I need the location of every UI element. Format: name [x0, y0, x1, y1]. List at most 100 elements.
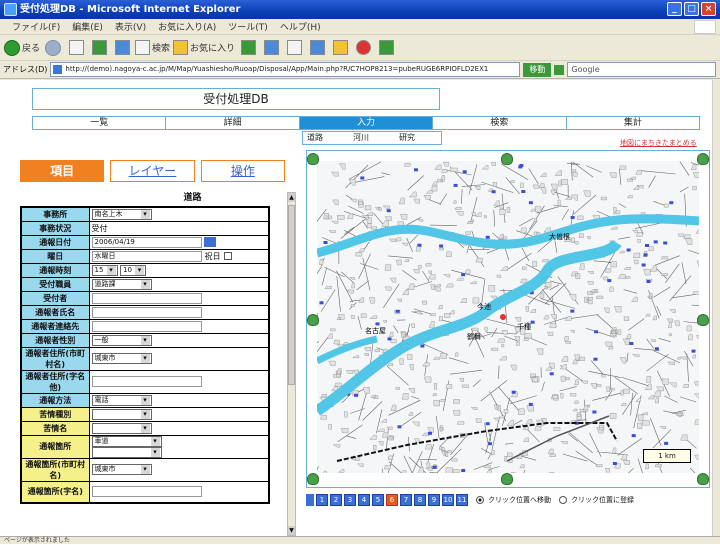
media-button[interactable]: [238, 38, 258, 58]
mail-button[interactable]: [284, 38, 304, 58]
zoom-level-button[interactable]: 3: [344, 494, 356, 506]
text-input[interactable]: [91, 376, 202, 387]
form-field-value: 南名上木: [88, 206, 270, 222]
field-select[interactable]: 電話: [91, 394, 152, 406]
refresh-button[interactable]: [89, 38, 109, 58]
pan-southeast-icon[interactable]: [697, 473, 709, 485]
zoom-level-button[interactable]: 6: [386, 494, 398, 506]
zoom-level-button[interactable]: 1: [316, 494, 328, 506]
home-button[interactable]: [112, 38, 132, 58]
home-icon: [114, 40, 130, 55]
tab-list[interactable]: 一覧: [33, 117, 167, 129]
page-scrollbar[interactable]: [712, 80, 720, 536]
scroll-up-icon[interactable]: ▲: [288, 193, 295, 202]
tab-input[interactable]: 入力: [299, 117, 434, 129]
field-select[interactable]: 車道: [91, 435, 162, 447]
zoom-level-button[interactable]: 11: [456, 494, 468, 506]
zoom-level-button[interactable]: 5: [372, 494, 384, 506]
back-button[interactable]: 戻る: [4, 38, 40, 58]
back-arrow-icon: [4, 39, 20, 56]
text-input[interactable]: [91, 292, 202, 304]
form-scrollbar[interactable]: ▲ ▼: [287, 192, 296, 536]
weekday-input[interactable]: 水曜日: [91, 250, 202, 262]
map-marker: [691, 349, 696, 353]
hour-select[interactable]: 15: [91, 264, 118, 276]
field-select[interactable]: 城東市: [91, 353, 152, 364]
pan-north-icon[interactable]: [501, 153, 513, 165]
zoom-level-button[interactable]: 9: [428, 494, 440, 506]
scroll-down-icon[interactable]: ▼: [288, 526, 295, 535]
field-select[interactable]: 城東市: [91, 464, 152, 475]
subtab-river[interactable]: 河川: [349, 132, 395, 144]
menu-file[interactable]: ファイル(F): [6, 20, 66, 33]
calendar-icon[interactable]: [203, 237, 216, 247]
holiday-checkbox[interactable]: [223, 252, 232, 260]
map-marker: [518, 165, 523, 169]
form-field-value: [88, 406, 270, 422]
field-select[interactable]: 南名上木: [91, 208, 152, 220]
field-select[interactable]: 一般: [91, 334, 152, 346]
menu-favorites[interactable]: お気に入り(A): [152, 20, 222, 33]
pan-southwest-icon[interactable]: [307, 473, 319, 485]
menu-edit[interactable]: 編集(E): [66, 20, 109, 33]
pan-west-icon[interactable]: [307, 314, 319, 326]
folder-button[interactable]: [330, 38, 350, 58]
subtab-research[interactable]: 研究: [395, 132, 441, 144]
text-input[interactable]: [91, 486, 202, 498]
address-input[interactable]: http://(demo).nagoya-c.ac.jp/M/Map/Yuash…: [50, 62, 521, 77]
tab-operations[interactable]: 操作: [200, 160, 285, 182]
pan-south-icon[interactable]: [501, 473, 513, 485]
print-button[interactable]: [307, 38, 327, 58]
messenger-button[interactable]: [376, 38, 396, 58]
tab-search[interactable]: 検索: [433, 117, 567, 129]
form-row: 通報時刻15 10: [20, 262, 270, 278]
go-button[interactable]: 移動: [523, 62, 552, 77]
subtab-road[interactable]: 道路: [303, 132, 349, 144]
close-button[interactable]: ×: [701, 2, 716, 16]
map-view[interactable]: 大曽根 今池 千種 鶴舞 名古屋 1 km: [317, 161, 699, 473]
text-input[interactable]: [91, 320, 202, 332]
pan-east-icon[interactable]: [697, 314, 709, 326]
zoom-in-icon[interactable]: [306, 494, 314, 506]
search-button[interactable]: 検索: [135, 38, 170, 58]
map-marker: [323, 241, 328, 244]
click-mode-radio[interactable]: [559, 496, 567, 504]
favorites-button[interactable]: お気に入り: [173, 38, 235, 58]
date-input[interactable]: 2006/04/19: [91, 236, 202, 248]
tab-items[interactable]: 項目: [20, 160, 105, 182]
maximize-button[interactable]: □: [684, 2, 699, 16]
field-select-secondary[interactable]: [91, 446, 162, 458]
zoom-level-button[interactable]: 8: [414, 494, 426, 506]
zoom-level-button[interactable]: 10: [442, 494, 454, 506]
text-input[interactable]: [91, 306, 202, 318]
click-mode-radio[interactable]: [476, 496, 484, 504]
tab-summary[interactable]: 集計: [567, 117, 699, 129]
stop-button[interactable]: [66, 38, 86, 58]
zoom-level-button[interactable]: 2: [330, 494, 342, 506]
pan-northeast-icon[interactable]: [697, 153, 709, 165]
google-search-input[interactable]: Google: [567, 62, 716, 77]
field-select[interactable]: [91, 408, 152, 420]
menu-view[interactable]: 表示(V): [109, 20, 152, 33]
forward-button[interactable]: [43, 38, 63, 58]
scroll-thumb[interactable]: [288, 205, 295, 385]
folder-icon: [332, 40, 348, 55]
pan-northwest-icon[interactable]: [307, 153, 319, 165]
field-select[interactable]: [91, 422, 152, 434]
zoom-level-button[interactable]: 4: [358, 494, 370, 506]
left-panel-tabs: 項目 レイヤー 操作: [20, 160, 285, 182]
map-marker: [643, 253, 648, 257]
tab-detail[interactable]: 詳細: [166, 117, 300, 129]
field-select[interactable]: 道路課: [91, 278, 152, 290]
map-help-link[interactable]: 地図にまちきたまとめる: [620, 138, 697, 148]
history-button[interactable]: [261, 38, 281, 58]
menu-tools[interactable]: ツール(T): [222, 20, 274, 33]
minimize-button[interactable]: _: [667, 2, 682, 16]
minute-select[interactable]: 10: [120, 264, 147, 276]
map-marker: [592, 410, 597, 414]
block-button[interactable]: [353, 38, 373, 58]
tab-layers[interactable]: レイヤー: [110, 160, 195, 182]
menu-help[interactable]: ヘルプ(H): [274, 20, 327, 33]
map-marker: [570, 216, 575, 219]
zoom-level-button[interactable]: 7: [400, 494, 412, 506]
